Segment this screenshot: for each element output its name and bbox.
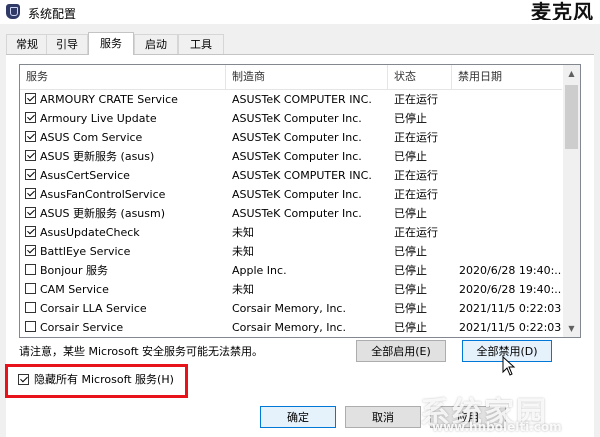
- msconfig-app-icon: [6, 4, 20, 19]
- mouse-cursor-icon: [502, 356, 516, 376]
- table-row[interactable]: BattlEye Service 未知 已停止: [20, 242, 562, 261]
- service-manufacturer: ASUSTeK COMPUTER INC.: [232, 169, 372, 182]
- service-checkbox[interactable]: [25, 207, 36, 218]
- service-manufacturer: 未知: [232, 226, 254, 239]
- service-manufacturer: ASUSTeK Computer Inc.: [232, 150, 362, 163]
- column-header-service[interactable]: 服务: [20, 65, 226, 89]
- hide-ms-checkbox-box[interactable]: [18, 374, 29, 385]
- service-checkbox[interactable]: [25, 264, 36, 275]
- tab-tools[interactable]: 工具: [178, 34, 224, 54]
- service-name: Bonjour 服务: [40, 264, 109, 277]
- service-name: Corsair Service: [40, 321, 124, 334]
- column-header-status[interactable]: 状态: [388, 65, 452, 89]
- service-manufacturer: Corsair Memory, Inc.: [232, 302, 346, 315]
- tab-general[interactable]: 常规: [6, 34, 48, 54]
- scroll-up-arrow-icon[interactable]: ▲: [563, 65, 580, 82]
- service-status: 已停止: [394, 283, 427, 296]
- service-manufacturer: ASUSTeK Computer Inc.: [232, 188, 362, 201]
- service-name: AsusFanControlService: [40, 188, 166, 201]
- service-checkbox[interactable]: [25, 112, 36, 123]
- service-checkbox[interactable]: [25, 169, 36, 180]
- services-rows: ARMOURY CRATE Service ASUSTeK COMPUTER IN…: [20, 90, 562, 337]
- table-row[interactable]: Bonjour 服务 Apple Inc. 已停止 2020/6/28 19:40:.…: [20, 261, 562, 280]
- service-status: 已停止: [394, 150, 427, 163]
- table-row[interactable]: ARMOURY CRATE Service ASUSTeK COMPUTER IN…: [20, 90, 562, 109]
- service-disabled-date: 2021/11/5 0:22:03: [459, 302, 562, 315]
- service-status: 已停止: [394, 321, 427, 334]
- enable-all-button[interactable]: 全部启用(E): [356, 340, 446, 362]
- tab-startup[interactable]: 启动: [134, 34, 178, 54]
- column-header-disabled-date[interactable]: 禁用日期: [452, 65, 562, 89]
- table-row[interactable]: Armoury Live Update ASUSTeK Computer Inc.…: [20, 109, 562, 128]
- service-manufacturer: 未知: [232, 283, 254, 296]
- table-row[interactable]: Corsair Service Corsair Memory, Inc. 已停止 20…: [20, 318, 562, 337]
- service-status: 正在运行: [394, 93, 438, 106]
- table-row[interactable]: ASUS 更新服务 (asusm) ASUSTeK Computer Inc. 已停…: [20, 204, 562, 223]
- service-status: 正在运行: [394, 169, 438, 182]
- vertical-scrollbar[interactable]: ▲ ▼: [563, 65, 580, 337]
- service-name: AsusCertService: [40, 169, 130, 182]
- service-manufacturer: Corsair Memory, Inc.: [232, 321, 346, 334]
- service-checkbox[interactable]: [25, 150, 36, 161]
- service-manufacturer: ASUSTeK Computer Inc.: [232, 207, 362, 220]
- services-list[interactable]: 服务 制造商 状态 禁用日期 ARMOURY CRATE Service ASUS…: [19, 64, 581, 338]
- service-checkbox[interactable]: [25, 131, 36, 142]
- service-checkbox[interactable]: [25, 188, 36, 199]
- table-row[interactable]: AsusFanControlService ASUSTeK Computer In…: [20, 185, 562, 204]
- service-name: ASUS 更新服务 (asus): [40, 150, 155, 163]
- table-row[interactable]: AsusCertService ASUSTeK COMPUTER INC. 正在运行: [20, 166, 562, 185]
- list-header: 服务 制造商 状态 禁用日期: [20, 65, 562, 90]
- microsoft-services-notice: 请注意，某些 Microsoft 安全服务可能无法禁用。: [19, 345, 264, 358]
- service-status: 正在运行: [394, 131, 438, 144]
- service-disabled-date: 2020/6/28 19:40:...: [459, 264, 562, 277]
- service-status: 已停止: [394, 245, 427, 258]
- ok-button[interactable]: 确定: [260, 406, 336, 428]
- title-bar: 系统配置 麦克风: [0, 0, 600, 24]
- service-disabled-date: 2020/6/28 19:40:...: [459, 283, 562, 296]
- service-manufacturer: ASUSTeK COMPUTER INC.: [232, 93, 372, 106]
- service-checkbox[interactable]: [25, 226, 36, 237]
- table-row[interactable]: ASUS 更新服务 (asus) ASUSTeK Computer Inc. 已停止: [20, 147, 562, 166]
- service-status: 正在运行: [394, 188, 438, 201]
- service-name: BattlEye Service: [40, 245, 131, 258]
- service-manufacturer: 未知: [232, 245, 254, 258]
- scroll-down-arrow-icon[interactable]: ▼: [563, 320, 580, 337]
- table-row[interactable]: AsusUpdateCheck 未知 正在运行: [20, 223, 562, 242]
- window-title: 系统配置: [28, 7, 77, 21]
- table-row[interactable]: ASUS Com Service ASUSTeK Computer Inc. 正在运…: [20, 128, 562, 147]
- service-status: 已停止: [394, 302, 427, 315]
- service-name: ASUS Com Service: [40, 131, 143, 144]
- column-header-manufacturer[interactable]: 制造商: [226, 65, 388, 89]
- service-checkbox[interactable]: [25, 245, 36, 256]
- table-row[interactable]: CAM Service 未知 已停止 2020/6/28 19:40:...: [20, 280, 562, 299]
- service-name: Corsair LLA Service: [40, 302, 147, 315]
- background-window-text: 麦克风: [531, 0, 594, 20]
- service-disabled-date: 2021/11/5 0:22:03: [459, 321, 562, 334]
- service-checkbox[interactable]: [25, 302, 36, 313]
- watermark-url: www.hnbolelti.com: [432, 420, 562, 434]
- service-name: Armoury Live Update: [40, 112, 157, 125]
- service-status: 正在运行: [394, 226, 438, 239]
- service-status: 已停止: [394, 112, 427, 125]
- service-manufacturer: ASUSTeK Computer Inc.: [232, 112, 362, 125]
- service-status: 已停止: [394, 264, 427, 277]
- service-name: ASUS 更新服务 (asusm): [40, 207, 166, 220]
- service-checkbox[interactable]: [25, 93, 36, 104]
- hide-ms-label[interactable]: 隐藏所有 Microsoft 服务(H): [34, 372, 174, 388]
- tab-boot[interactable]: 引导: [46, 34, 88, 54]
- service-checkbox[interactable]: [25, 321, 36, 332]
- cancel-button[interactable]: 取消: [345, 406, 421, 428]
- service-name: AsusUpdateCheck: [40, 226, 140, 239]
- service-name: CAM Service: [40, 283, 109, 296]
- service-checkbox[interactable]: [25, 283, 36, 294]
- scrollbar-thumb[interactable]: [565, 85, 578, 149]
- service-manufacturer: Apple Inc.: [232, 264, 287, 277]
- service-manufacturer: ASUSTeK Computer Inc.: [232, 131, 362, 144]
- service-status: 已停止: [394, 207, 427, 220]
- tab-services[interactable]: 服务: [88, 32, 134, 55]
- table-row[interactable]: Corsair LLA Service Corsair Memory, Inc. 已…: [20, 299, 562, 318]
- service-name: ARMOURY CRATE Service: [40, 93, 178, 106]
